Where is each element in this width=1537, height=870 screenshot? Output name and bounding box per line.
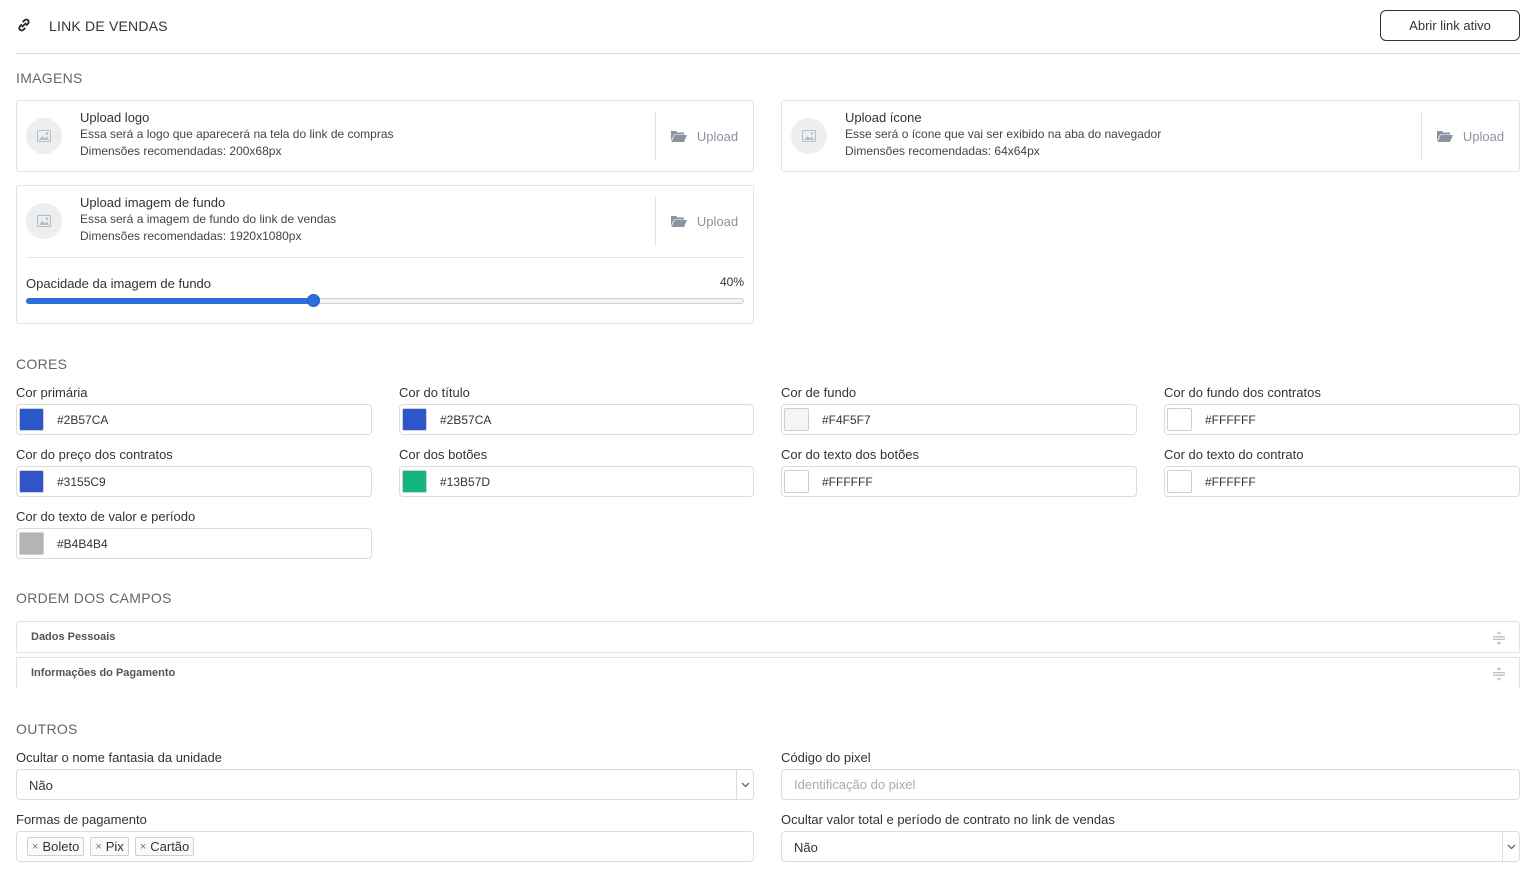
opacity-slider[interactable] bbox=[26, 294, 744, 307]
color-swatch[interactable] bbox=[19, 408, 44, 431]
upload-icon-title: Upload ícone bbox=[845, 110, 922, 125]
color-input-contracts-background[interactable]: #FFFFFF bbox=[1164, 404, 1520, 435]
color-label-buttons-text: Cor do texto dos botões bbox=[781, 447, 920, 462]
color-swatch[interactable] bbox=[402, 408, 427, 431]
color-label-contracts-background: Cor do fundo dos contratos bbox=[1164, 385, 1321, 400]
color-label-contract-text: Cor do texto do contrato bbox=[1164, 447, 1304, 462]
page-title: LINK DE VENDAS bbox=[49, 18, 168, 34]
folder-open-icon bbox=[1436, 131, 1453, 142]
image-placeholder-icon bbox=[26, 203, 62, 239]
drag-handle-icon[interactable] bbox=[1492, 631, 1506, 645]
folder-open-icon bbox=[670, 131, 687, 142]
chevron-down-icon bbox=[736, 770, 753, 799]
remove-tag-icon[interactable]: × bbox=[140, 841, 146, 853]
upload-logo-dimensions: Dimensões recomendadas: 200x68px bbox=[80, 144, 282, 158]
payment-tag-pix: × Pix bbox=[90, 837, 129, 856]
color-input-background[interactable]: #F4F5F7 bbox=[781, 404, 1137, 435]
color-input-value-period-text[interactable]: #B4B4B4 bbox=[16, 528, 372, 559]
color-swatch[interactable] bbox=[1167, 470, 1192, 493]
section-title-images: IMAGENS bbox=[16, 70, 83, 86]
link-icon bbox=[18, 18, 30, 32]
color-input-buttons[interactable]: #13B57D bbox=[399, 466, 754, 497]
section-title-field-order: ORDEM DOS CAMPOS bbox=[16, 590, 172, 606]
color-swatch[interactable] bbox=[1167, 408, 1192, 431]
upload-logo-title: Upload logo bbox=[80, 110, 150, 125]
section-title-colors: CORES bbox=[16, 356, 68, 372]
color-label-contracts-price: Cor do preço dos contratos bbox=[16, 447, 173, 462]
color-input-primary[interactable]: #2B57CA bbox=[16, 404, 372, 435]
drag-handle-icon[interactable] bbox=[1492, 667, 1506, 681]
color-input-title[interactable]: #2B57CA bbox=[399, 404, 754, 435]
pixel-code-input[interactable] bbox=[781, 769, 1520, 800]
color-label-background: Cor de fundo bbox=[781, 385, 857, 400]
order-item-payment-info[interactable]: Informações do Pagamento bbox=[16, 657, 1520, 689]
hide-name-select[interactable]: Não bbox=[16, 769, 754, 800]
payment-methods-label: Formas de pagamento bbox=[16, 812, 147, 827]
color-input-contracts-price[interactable]: #3155C9 bbox=[16, 466, 372, 497]
image-placeholder-icon bbox=[26, 118, 62, 154]
upload-background-button[interactable]: Upload bbox=[655, 196, 753, 246]
chevron-down-icon bbox=[1502, 832, 1519, 861]
upload-icon-dimensions: Dimensões recomendadas: 64x64px bbox=[845, 144, 1040, 158]
upload-icon-card: Upload ícone Esse será o ícone que vai s… bbox=[781, 100, 1520, 172]
payment-tag-boleto: × Boleto bbox=[27, 837, 85, 856]
color-input-buttons-text[interactable]: #FFFFFF bbox=[781, 466, 1137, 497]
page-header: LINK DE VENDAS Abrir link ativo bbox=[16, 0, 1520, 54]
opacity-slider-handle[interactable] bbox=[307, 294, 321, 307]
image-placeholder-icon bbox=[791, 118, 827, 154]
remove-tag-icon[interactable]: × bbox=[32, 841, 38, 853]
divider bbox=[26, 257, 744, 258]
upload-icon-description: Esse será o ícone que vai ser exibido na… bbox=[845, 127, 1162, 141]
upload-background-description: Essa será a imagem de fundo do link de v… bbox=[80, 212, 337, 226]
folder-open-icon bbox=[670, 216, 687, 227]
opacity-value: 40% bbox=[719, 275, 744, 289]
color-label-primary: Cor primária bbox=[16, 385, 88, 400]
upload-background-title: Upload imagem de fundo bbox=[80, 195, 226, 210]
hide-total-label: Ocultar valor total e período de contrat… bbox=[781, 812, 1115, 827]
color-swatch[interactable] bbox=[784, 470, 809, 493]
upload-logo-button[interactable]: Upload bbox=[655, 111, 753, 161]
color-swatch[interactable] bbox=[19, 532, 44, 555]
hide-name-label: Ocultar o nome fantasia da unidade bbox=[16, 750, 222, 765]
color-swatch[interactable] bbox=[784, 408, 809, 431]
remove-tag-icon[interactable]: × bbox=[95, 841, 101, 853]
color-swatch[interactable] bbox=[402, 470, 427, 493]
color-swatch[interactable] bbox=[19, 470, 44, 493]
section-title-others: OUTROS bbox=[16, 721, 78, 737]
payment-methods-multiselect[interactable]: × Boleto × Pix × Cartão bbox=[16, 831, 754, 862]
upload-icon-button[interactable]: Upload bbox=[1421, 111, 1519, 161]
color-label-buttons: Cor dos botões bbox=[399, 447, 488, 462]
pixel-code-label: Código do pixel bbox=[781, 750, 871, 765]
color-label-title: Cor do título bbox=[399, 385, 470, 400]
color-label-value-period-text: Cor do texto de valor e período bbox=[16, 509, 196, 524]
upload-logo-description: Essa será a logo que aparecerá na tela d… bbox=[80, 127, 394, 141]
upload-logo-card: Upload logo Essa será a logo que aparece… bbox=[16, 100, 754, 172]
upload-background-dimensions: Dimensões recomendadas: 1920x1080px bbox=[80, 229, 302, 243]
opacity-slider-fill bbox=[26, 298, 313, 304]
payment-tag-cartao: × Cartão bbox=[134, 837, 195, 856]
color-input-contract-text[interactable]: #FFFFFF bbox=[1164, 466, 1520, 497]
open-active-link-button[interactable]: Abrir link ativo bbox=[1380, 10, 1520, 41]
hide-total-select[interactable]: Não bbox=[781, 831, 1520, 862]
order-item-personal-data[interactable]: Dados Pessoais bbox=[16, 621, 1520, 653]
opacity-label: Opacidade da imagem de fundo bbox=[26, 276, 212, 291]
upload-background-card: Upload imagem de fundo Essa será a image… bbox=[16, 185, 754, 324]
